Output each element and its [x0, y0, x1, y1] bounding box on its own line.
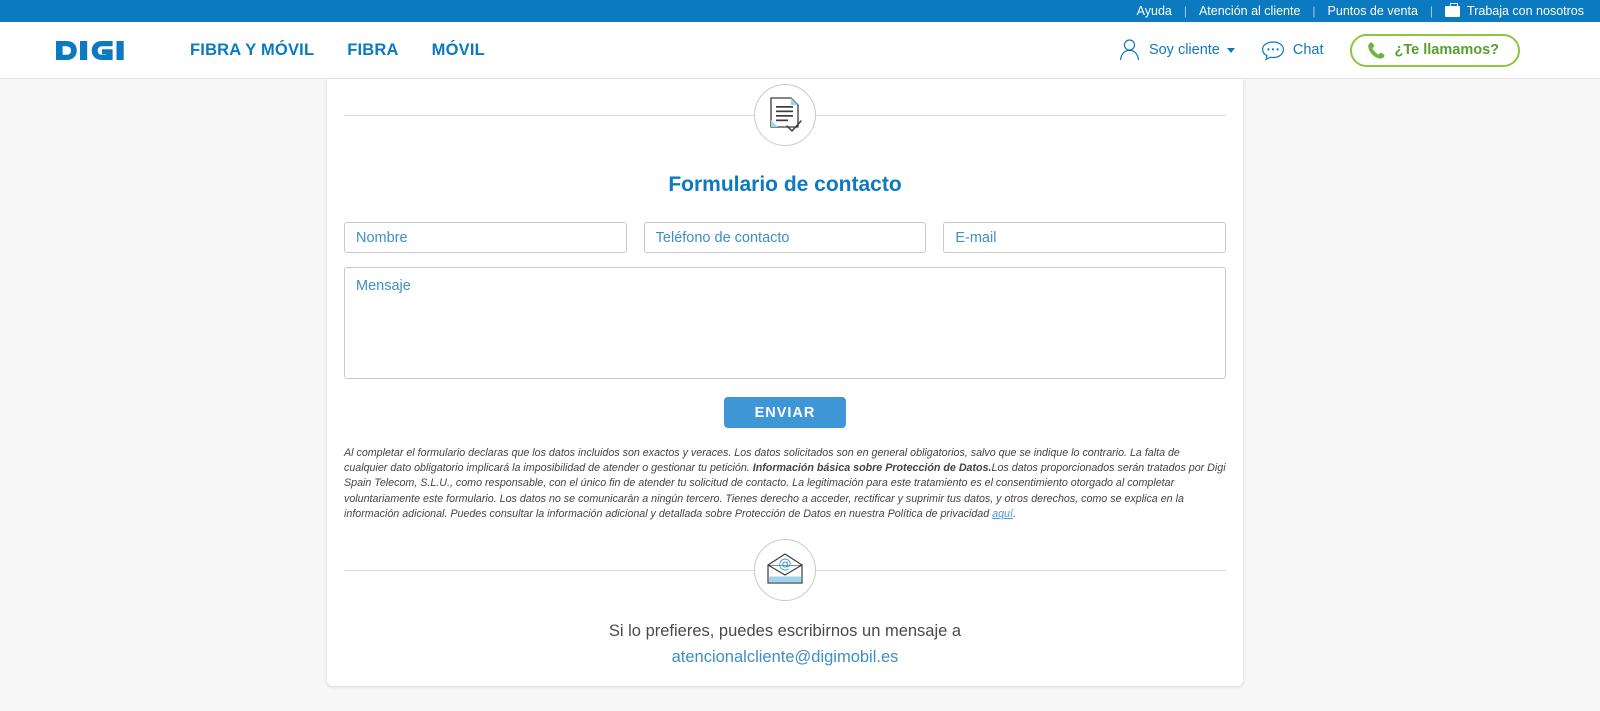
legal-bold: Información básica sobre Protección de D… — [752, 462, 992, 475]
contact-prompt: Si lo prefieres, puedes escribirnos un m… — [608, 621, 962, 640]
chat-button[interactable]: Chat — [1261, 40, 1324, 61]
phone-icon — [1367, 41, 1385, 59]
soy-cliente-menu[interactable]: Soy cliente — [1118, 38, 1235, 62]
enviar-button[interactable]: ENVIAR — [723, 397, 847, 428]
nav-item-fibra-y-movil[interactable]: FIBRA Y MÓVIL — [190, 41, 314, 60]
callback-label: ¿Te llamamos? — [1394, 42, 1499, 58]
envelope-at-icon: @ — [767, 553, 803, 584]
mensaje-textarea[interactable] — [344, 267, 1226, 379]
main-header: FIBRA Y MÓVIL FIBRA MÓVIL Soy cliente Ch… — [0, 22, 1600, 79]
page-title: Formulario de contacto — [668, 173, 902, 196]
page-background: Formulario de contacto ENVIAR Al complet… — [0, 79, 1600, 711]
privacy-policy-link[interactable]: aquí — [992, 508, 1013, 520]
legal-disclaimer: Al completar el formulario declaras que … — [344, 446, 1226, 522]
briefcase-icon — [1445, 2, 1461, 17]
topbar-link-puntos-de-venta[interactable]: Puntos de venta — [1328, 0, 1418, 22]
digi-logo[interactable] — [55, 39, 143, 61]
topbar-separator: | — [1183, 4, 1187, 18]
soy-cliente-label: Soy cliente — [1148, 42, 1220, 58]
header-actions: Soy cliente Chat ¿Te llamamos? — [1118, 33, 1520, 67]
nav-item-fibra[interactable]: FIBRA — [347, 41, 398, 60]
top-utility-bar: Ayuda | Atención al cliente | Puntos de … — [0, 0, 1600, 22]
nav-item-movil[interactable]: MÓVIL — [432, 41, 485, 60]
topbar-separator: | — [1312, 4, 1316, 18]
contact-divider: @ — [327, 534, 1243, 606]
topbar-link-trabaja-con-nosotros[interactable]: Trabaja con nosotros — [1445, 0, 1584, 22]
email-input[interactable] — [943, 222, 1227, 253]
digi-logo-mark — [56, 40, 124, 60]
submit-row: ENVIAR — [327, 397, 1243, 428]
topbar-link-trabaja-label[interactable]: Trabaja con nosotros — [1467, 0, 1584, 22]
topbar-link-atencion-al-cliente[interactable]: Atención al cliente — [1199, 0, 1300, 22]
topbar-separator: | — [1429, 4, 1434, 18]
legal-part3: . — [1012, 507, 1016, 520]
chat-label: Chat — [1292, 42, 1324, 58]
main-navigation: FIBRA Y MÓVIL FIBRA MÓVIL — [190, 41, 485, 60]
contact-icon-circle: @ — [754, 538, 816, 601]
user-icon — [1119, 39, 1140, 61]
chevron-down-icon — [1226, 47, 1235, 53]
telefono-input[interactable] — [643, 222, 927, 253]
form-header-divider — [327, 79, 1243, 151]
topbar-link-ayuda[interactable]: Ayuda — [1137, 0, 1172, 22]
nombre-input[interactable] — [344, 222, 627, 253]
top-utility-links: Ayuda | Atención al cliente | Puntos de … — [1137, 0, 1584, 22]
contact-form-card: Formulario de contacto ENVIAR Al complet… — [327, 79, 1243, 686]
svg-text:@: @ — [779, 557, 792, 572]
callback-button[interactable]: ¿Te llamamos? — [1349, 33, 1520, 67]
form-fields-row — [344, 222, 1227, 253]
document-check-icon — [770, 97, 802, 132]
chat-bubble-icon — [1261, 40, 1284, 61]
contact-email-link[interactable]: atencionalcliente@digimobil.es — [327, 648, 1243, 667]
form-header-icon-circle — [754, 84, 816, 146]
